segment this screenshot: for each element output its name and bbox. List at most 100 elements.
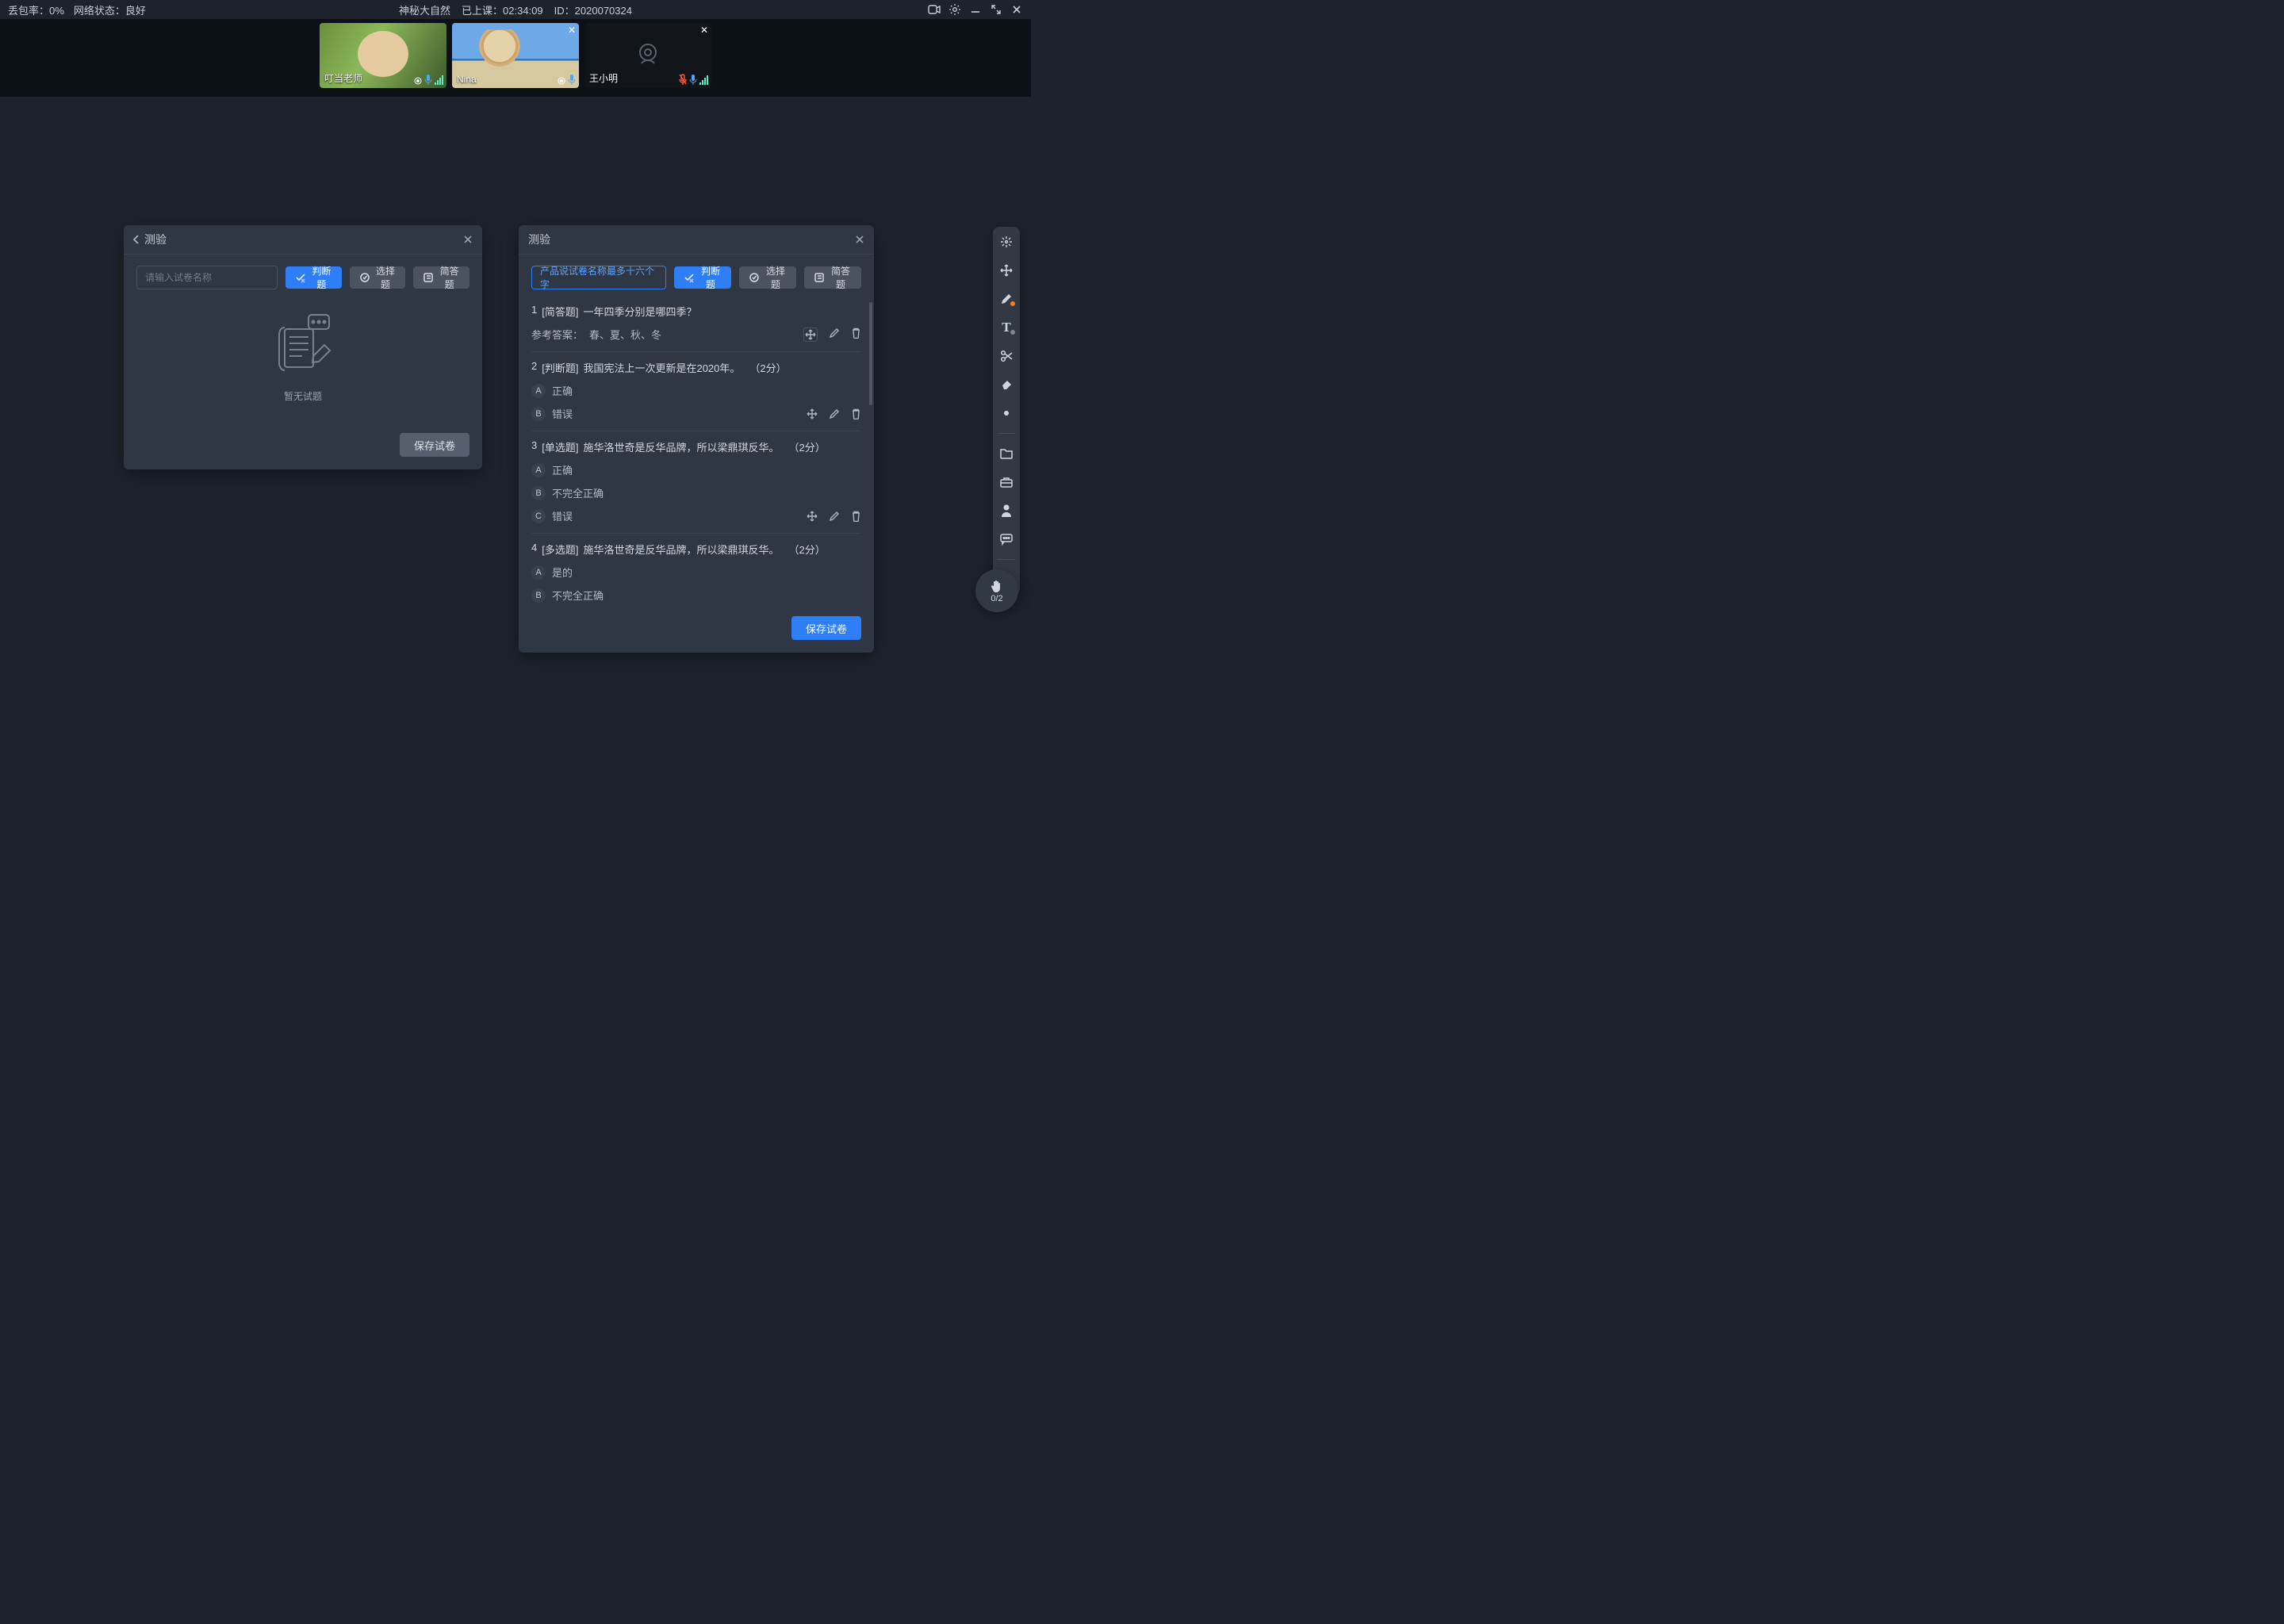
true-false-button[interactable]: 判断题: [674, 266, 731, 289]
scissors-tool-icon[interactable]: [998, 347, 1015, 365]
session-id: ID：2020070324: [554, 2, 632, 17]
move-icon[interactable]: [807, 511, 818, 522]
move-icon[interactable]: [803, 327, 818, 342]
question-tag: [多选题]: [542, 542, 578, 557]
question-index: 3: [531, 439, 537, 454]
option-text: 错误: [552, 508, 573, 523]
panel-title: 测验: [528, 232, 550, 247]
toolbox-icon[interactable]: [998, 473, 1015, 491]
minimize-icon[interactable]: [969, 3, 982, 16]
hand-icon: [989, 579, 1005, 593]
edit-icon[interactable]: [829, 408, 840, 419]
participant-name: 王小明: [589, 71, 618, 85]
eraser-tool-icon[interactable]: [998, 376, 1015, 393]
close-window-icon[interactable]: [1010, 3, 1023, 16]
panel-title: 测验: [144, 232, 167, 247]
edit-icon[interactable]: [829, 511, 840, 522]
save-quiz-button[interactable]: 保存试卷: [791, 616, 861, 640]
participant-name: Nina: [457, 74, 477, 85]
option-letter: B: [531, 407, 546, 421]
packet-loss: 丢包率：0%: [8, 2, 64, 17]
settings-icon[interactable]: [948, 3, 961, 16]
pointer-tool-icon[interactable]: [998, 233, 1015, 251]
question-tag: [判断题]: [542, 360, 578, 375]
move-tool-icon[interactable]: [998, 262, 1015, 279]
question-score: （2分）: [749, 360, 786, 375]
question-list: 1[简答题] 一年四季分别是哪四季？参考答案：春、夏、秋、冬2[判断题] 我国宪…: [531, 296, 861, 608]
delete-icon[interactable]: [851, 327, 861, 342]
laser-tool-icon[interactable]: [998, 404, 1015, 422]
camera-toggle-icon[interactable]: [928, 3, 941, 16]
signal-icon: [699, 75, 708, 85]
mic-muted-icon: [679, 74, 687, 85]
mic-icon: [689, 74, 697, 85]
video-tile[interactable]: 叮当老师: [320, 23, 446, 88]
delete-icon[interactable]: [851, 511, 861, 522]
question-block: 3[单选题] 施华洛世奇是反华品牌，所以梁鼎琪反华。（2分）A正确B不完全正确C…: [531, 431, 861, 534]
text-tool-icon[interactable]: T: [998, 319, 1015, 336]
quiz-panel-empty: 测验 判断题 选择题 简答题: [124, 225, 482, 469]
option-text: 不完全正确: [552, 485, 604, 500]
question-block: 2 [判断题] 我国宪法上一次更新是在2020年。 （2分） A 正确 B 错误: [531, 352, 861, 431]
option-text: 错误: [552, 406, 573, 421]
empty-state: 暂无试题: [136, 289, 469, 414]
option-text: 正确: [552, 383, 573, 398]
network-status: 网络状态：良好: [74, 2, 146, 17]
question-text: 一年四季分别是哪四季？: [583, 304, 696, 319]
question-text: 施华洛世奇是反华品牌，所以梁鼎琪反华。: [583, 542, 779, 557]
option-letter: A: [531, 565, 546, 580]
video-tile[interactable]: ✕ 王小明: [584, 23, 711, 88]
question-text: 我国宪法上一次更新是在2020年。: [583, 360, 740, 375]
quiz-name-input[interactable]: [136, 266, 278, 289]
option-letter: B: [531, 588, 546, 603]
multiple-choice-button[interactable]: 选择题: [739, 266, 796, 289]
quiz-panel-edit: 测验 产品说试卷名称最多十六个字 判断题 选择题 简答题 1[简答题] 一年四季…: [519, 225, 874, 653]
question-score: （2分）: [788, 439, 825, 454]
question-index: 1: [531, 304, 537, 319]
quiz-name-field[interactable]: 产品说试卷名称最多十六个字: [531, 266, 666, 289]
true-false-button[interactable]: 判断题: [286, 266, 342, 289]
raise-hand-badge[interactable]: 0/2: [975, 569, 1018, 612]
edit-icon[interactable]: [829, 327, 840, 342]
empty-text: 暂无试题: [284, 389, 322, 403]
elapsed-time: 已上课：02:34:09: [462, 2, 543, 17]
tile-close-icon[interactable]: ✕: [568, 25, 576, 36]
back-button[interactable]: 测验: [133, 232, 167, 247]
question-index: 4: [531, 542, 537, 557]
option-letter: B: [531, 486, 546, 500]
question-block: 1[简答题] 一年四季分别是哪四季？参考答案：春、夏、秋、冬: [531, 296, 861, 352]
short-answer-button[interactable]: 简答题: [413, 266, 469, 289]
move-icon[interactable]: [807, 408, 818, 419]
close-icon[interactable]: [463, 235, 473, 244]
answer-text: 春、夏、秋、冬: [589, 327, 661, 342]
option-letter: A: [531, 463, 546, 477]
close-icon[interactable]: [855, 235, 864, 244]
video-tile[interactable]: ✕ Nina: [452, 23, 579, 88]
expand-icon[interactable]: [990, 3, 1002, 16]
option-letter: A: [531, 384, 546, 398]
video-strip: 叮当老师 ✕ Nina ✕ 王小明: [0, 19, 1031, 97]
folder-icon[interactable]: [998, 445, 1015, 462]
delete-icon[interactable]: [851, 408, 861, 419]
scrollbar[interactable]: [869, 302, 872, 569]
net-icon: [414, 77, 422, 85]
hand-count: 0/2: [991, 594, 1002, 603]
option-text: 不完全正确: [552, 588, 604, 603]
chat-icon[interactable]: [998, 530, 1015, 548]
multiple-choice-button[interactable]: 选择题: [350, 266, 406, 289]
short-answer-button[interactable]: 简答题: [804, 266, 861, 289]
option-text: 正确: [552, 462, 573, 477]
user-icon[interactable]: [998, 502, 1015, 519]
participant-name: 叮当老师: [324, 71, 362, 85]
question-block: 4[多选题] 施华洛世奇是反华品牌，所以梁鼎琪反华。（2分）A是的B不完全正确C…: [531, 534, 861, 608]
question-tag: [单选题]: [542, 439, 578, 454]
option-text: 是的: [552, 565, 573, 580]
net-icon: [558, 77, 565, 85]
question-score: （2分）: [788, 542, 825, 557]
answer-label: 参考答案：: [531, 327, 583, 342]
save-quiz-button[interactable]: 保存试卷: [400, 433, 469, 457]
pen-tool-icon[interactable]: [998, 290, 1015, 308]
mic-icon: [424, 74, 432, 85]
question-index: 2: [531, 360, 537, 375]
top-status-bar: 丢包率：0% 网络状态：良好 神秘大自然 已上课：02:34:09 ID：202…: [0, 0, 1031, 19]
